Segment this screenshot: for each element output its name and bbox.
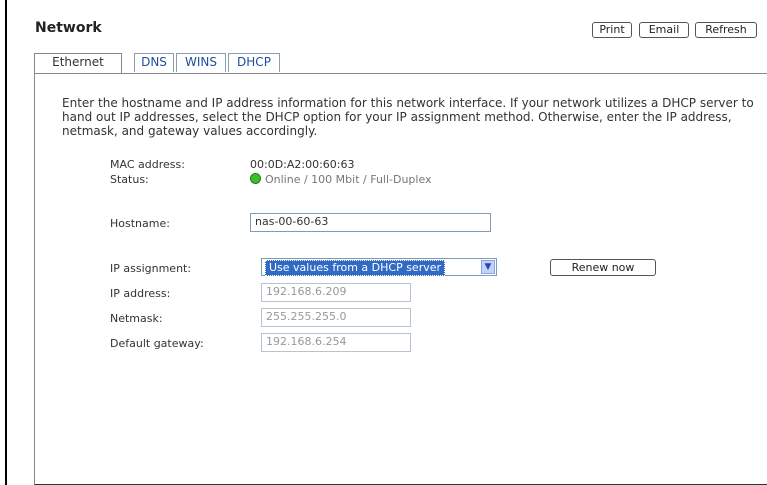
ip-assignment-selected-value: Use values from a DHCP server [265,260,446,276]
intro-text: Enter the hostname and IP address inform… [62,96,754,138]
ip-assignment-select[interactable]: Use values from a DHCP server ▼ [261,258,497,276]
page-title: Network [35,20,102,36]
tab-wins[interactable]: WINS [176,53,226,72]
default-gateway-label: Default gateway: [110,337,204,350]
hostname-input[interactable]: nas-00-60-63 [250,213,491,232]
refresh-button[interactable]: Refresh [695,22,757,38]
status-online-icon [250,173,261,184]
netmask-input[interactable]: 255.255.255.0 [261,308,411,327]
status-text: Online / 100 Mbit / Full-Duplex [265,173,432,186]
mac-address-value: 00:0D:A2:00:60:63 [250,158,355,171]
chevron-down-icon[interactable]: ▼ [481,260,495,274]
tab-ethernet[interactable]: Ethernet [34,53,122,74]
ip-address-label: IP address: [110,287,171,300]
window-left-border [5,0,7,485]
renew-now-button[interactable]: Renew now [550,259,656,276]
ip-assignment-label: IP assignment: [110,262,192,275]
netmask-label: Netmask: [110,312,163,325]
default-gateway-input[interactable]: 192.168.6.254 [261,333,411,352]
status-label: Status: [110,173,149,186]
tab-dns[interactable]: DNS [134,53,174,72]
mac-address-label: MAC address: [110,158,185,171]
email-button[interactable]: Email [639,22,689,38]
status-value: Online / 100 Mbit / Full-Duplex [250,173,432,186]
hostname-label: Hostname: [110,217,170,230]
tab-dhcp[interactable]: DHCP [228,53,280,72]
print-button[interactable]: Print [592,22,632,38]
ip-address-input[interactable]: 192.168.6.209 [261,283,411,302]
